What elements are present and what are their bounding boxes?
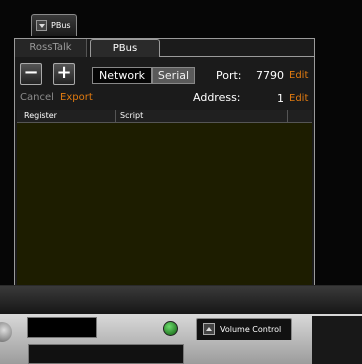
column-header-script[interactable]: Script — [120, 110, 143, 122]
collapse-triangle-icon[interactable] — [36, 20, 47, 31]
column-header-register[interactable]: Register — [24, 110, 57, 122]
volume-control-tab-label: Volume Control — [220, 325, 282, 334]
address-value: 1 — [277, 92, 284, 105]
column-separator — [115, 110, 116, 122]
column-separator — [287, 110, 288, 122]
serial-mode-button[interactable]: Serial — [152, 67, 195, 84]
bottom-toolbar-strip — [0, 285, 362, 315]
grid-header: Register Script — [17, 110, 312, 123]
address-edit-link[interactable]: Edit — [289, 93, 308, 104]
tab-rosstalk[interactable]: RossTalk — [15, 39, 87, 57]
status-led-icon — [163, 321, 178, 336]
pbus-panel: RossTalk PBus − + Network Serial Port: 7… — [14, 38, 315, 314]
display-box — [27, 317, 97, 338]
remove-button[interactable]: − — [20, 63, 42, 85]
network-mode-button[interactable]: Network — [92, 67, 152, 84]
port-value: 7790 — [256, 69, 284, 82]
script-grid[interactable] — [17, 123, 312, 311]
cancel-link[interactable]: Cancel — [20, 92, 54, 103]
panel-tabs: RossTalk PBus — [15, 39, 314, 57]
pbus-panel-tab-label: PBus — [51, 21, 71, 30]
address-label: Address: — [193, 91, 241, 104]
expand-triangle-icon[interactable] — [203, 323, 215, 335]
add-button[interactable]: + — [53, 63, 75, 85]
port-edit-link[interactable]: Edit — [289, 70, 308, 81]
tab-divider — [160, 56, 314, 57]
display-box-lower — [28, 344, 184, 364]
right-dark-panel — [312, 316, 362, 364]
port-label: Port: — [216, 69, 242, 82]
volume-control-tab[interactable]: Volume Control — [196, 318, 292, 340]
export-link[interactable]: Export — [60, 92, 93, 103]
pbus-panel-tab[interactable]: PBus — [31, 14, 77, 36]
tab-pbus[interactable]: PBus — [90, 39, 160, 57]
